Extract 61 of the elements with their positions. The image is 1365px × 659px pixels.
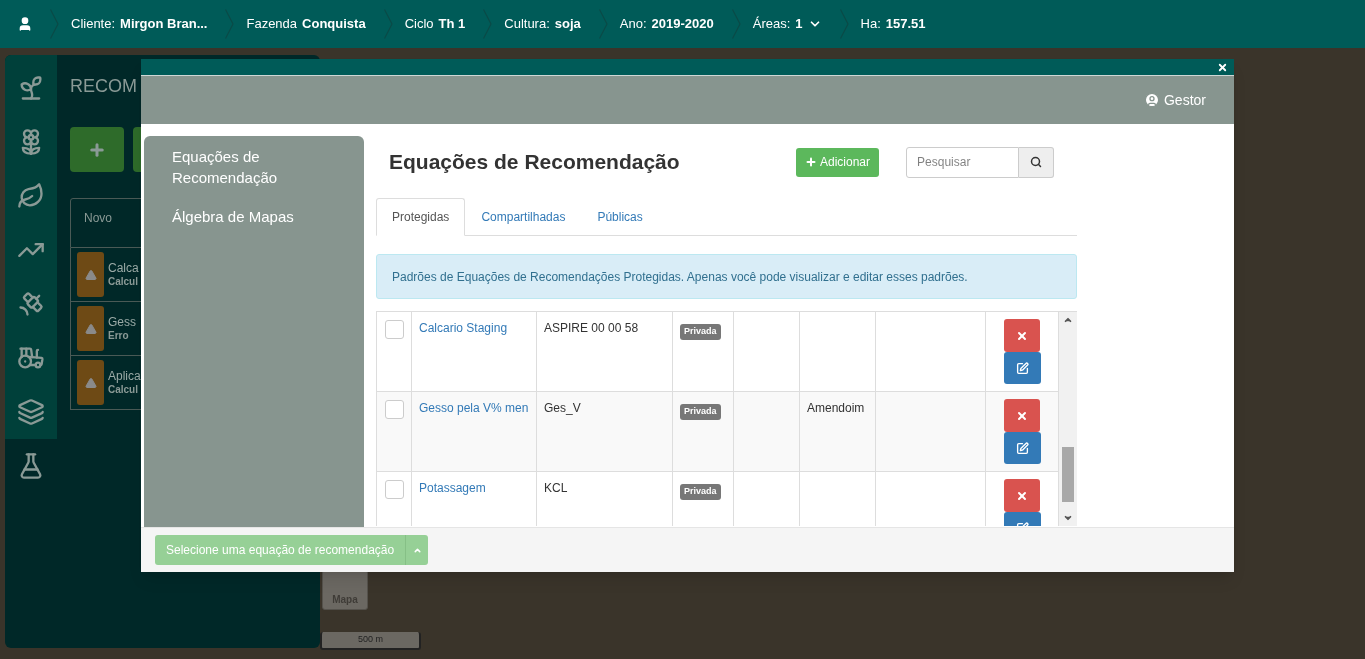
- edit-button[interactable]: [1003, 352, 1041, 384]
- item-title: Calca: [108, 260, 139, 276]
- warning-icon: [84, 376, 97, 389]
- scroll-down-icon: [1063, 513, 1073, 523]
- breadcrumb-item[interactable]: Ciclo Th 1: [404, 14, 484, 34]
- tab[interactable]: Públicas: [581, 198, 659, 236]
- private-badge: Privada: [680, 404, 721, 420]
- private-badge: Privada: [680, 324, 721, 340]
- equation-link[interactable]: Gesso pela V% men: [419, 401, 529, 415]
- close-icon: [1016, 329, 1028, 342]
- breadcrumb-item[interactable]: Áreas: 1: [752, 14, 840, 34]
- item-status: Erro: [108, 329, 130, 343]
- table-cell: Ges_V: [537, 392, 673, 471]
- search-icon: [1030, 156, 1043, 168]
- tab[interactable]: Protegidas: [376, 198, 466, 236]
- table-cell: ASPIRE 00 00 58: [537, 312, 673, 391]
- tab[interactable]: Compartilhadas: [465, 198, 582, 236]
- breadcrumb-item[interactable]: Cliente: Mirgon Bran...: [71, 14, 226, 34]
- search-button[interactable]: [1019, 146, 1055, 178]
- delete-button[interactable]: [1004, 399, 1040, 432]
- close-icon: [1016, 489, 1028, 502]
- breadcrumb-item[interactable]: Ano: 2019-2020: [619, 14, 732, 34]
- delete-button[interactable]: [1004, 479, 1040, 512]
- scale-bar: 500 m: [320, 632, 421, 650]
- breadcrumb-item[interactable]: Cultura: soja: [504, 14, 599, 34]
- close-icon: [1016, 409, 1028, 422]
- breadcrumb-item[interactable]: Ha: 157.51: [860, 14, 944, 34]
- info-alert: Padrões de Equações de Recomendações Protegidas. Apenas você pode visualizar e editar esses padrões.: [376, 254, 1077, 299]
- row-checkbox[interactable]: [384, 320, 404, 339]
- close-button[interactable]: [1217, 61, 1228, 73]
- plus-icon: [88, 140, 106, 159]
- plus-icon: [805, 156, 817, 168]
- page-title: Equações de Recomendação: [389, 149, 681, 176]
- user-icon[interactable]: [17, 16, 33, 32]
- item-status: Calcul: [108, 275, 139, 289]
- scrollbar[interactable]: [1059, 312, 1077, 526]
- item-status: Calcul: [108, 383, 139, 397]
- user-icon: [1144, 92, 1160, 108]
- row-checkbox[interactable]: [384, 480, 404, 499]
- scroll-up-icon: [1063, 315, 1073, 325]
- sprout-icon: [17, 74, 45, 102]
- item-title: Aplica: [108, 368, 141, 384]
- leaf-icon: [17, 182, 45, 210]
- item-title: Gess: [108, 314, 136, 330]
- scroll-thumb[interactable]: [1062, 446, 1074, 502]
- equation-link[interactable]: Potassagem: [419, 481, 486, 495]
- private-badge: Privada: [680, 484, 721, 500]
- table-cell: Amendoim: [807, 401, 865, 415]
- equation-link[interactable]: Calcario Staging: [419, 321, 508, 335]
- layers-icon: [17, 398, 45, 426]
- close-icon: [1217, 61, 1228, 73]
- search-field[interactable]: Pesquisar: [906, 146, 1020, 178]
- dropdown-toggle[interactable]: [405, 535, 429, 565]
- warning-icon: [84, 268, 97, 281]
- panel-title: RECOM: [70, 75, 138, 98]
- warning-icon: [84, 322, 97, 335]
- breadcrumb-item[interactable]: Fazenda Conquista: [246, 14, 384, 34]
- row-checkbox[interactable]: [384, 400, 404, 419]
- satellite-icon: [17, 290, 45, 318]
- delete-button[interactable]: [1004, 319, 1040, 352]
- edit-button[interactable]: [1003, 432, 1041, 464]
